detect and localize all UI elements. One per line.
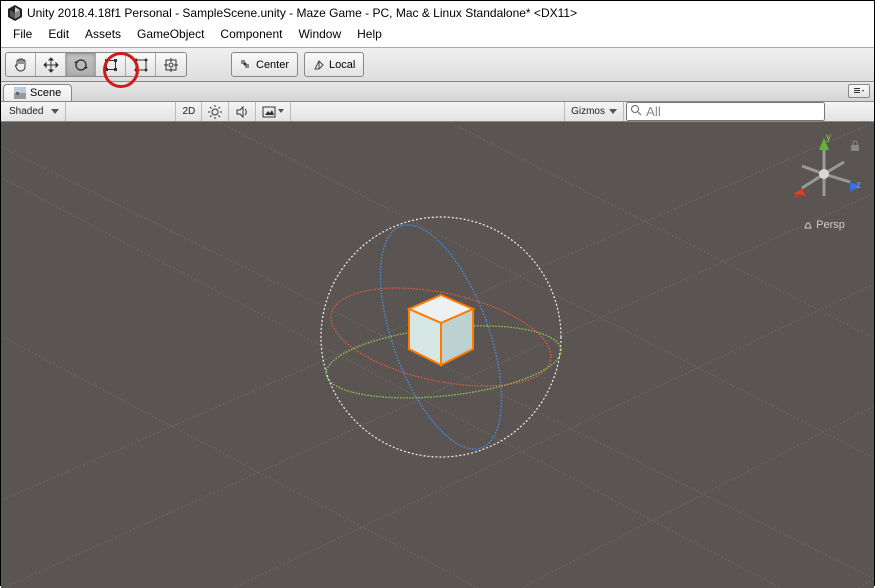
pivot-group: Center xyxy=(231,52,298,77)
orientation-gizmo[interactable]: x y z Persp xyxy=(784,132,864,231)
menu-help[interactable]: Help xyxy=(349,25,390,43)
scale-tool-button[interactable] xyxy=(96,53,126,76)
audio-toggle[interactable] xyxy=(229,102,256,121)
rotate-icon xyxy=(73,57,89,73)
move-tool-button[interactable] xyxy=(36,53,66,76)
hand-icon xyxy=(13,57,29,73)
handle-group: Local xyxy=(304,52,364,77)
local-icon xyxy=(313,59,325,71)
hand-tool-button[interactable] xyxy=(6,53,36,76)
menu-window[interactable]: Window xyxy=(290,25,349,43)
rect-icon xyxy=(133,57,149,73)
gizmos-dropdown[interactable]: Gizmos xyxy=(564,102,624,121)
scene-tab-icon xyxy=(14,87,26,99)
axis-z-label: z xyxy=(856,180,861,191)
window-title: Unity 2018.4.18f1 Personal - SampleScene… xyxy=(27,6,577,20)
axis-y-label: y xyxy=(826,132,831,143)
projection-label[interactable]: Persp xyxy=(784,219,864,231)
dropdown-icon xyxy=(853,87,865,95)
mode-2d-label: 2D xyxy=(182,106,195,117)
gizmos-label: Gizmos xyxy=(571,106,605,117)
center-pivot-icon xyxy=(240,59,252,71)
lock-icon[interactable] xyxy=(850,140,860,152)
menu-edit[interactable]: Edit xyxy=(40,25,77,43)
sun-icon xyxy=(208,105,222,119)
move-icon xyxy=(43,57,59,73)
menu-bar: File Edit Assets GameObject Component Wi… xyxy=(1,25,874,47)
scene-control-bar: Shaded 2D Gizmos xyxy=(1,102,874,122)
selected-cube[interactable] xyxy=(409,295,473,365)
mode-2d-toggle[interactable]: 2D xyxy=(176,102,202,121)
tab-scene[interactable]: Scene xyxy=(3,84,72,101)
title-bar: Unity 2018.4.18f1 Personal - SampleScene… xyxy=(1,1,874,25)
image-icon xyxy=(262,106,276,118)
projection-icon xyxy=(803,220,813,230)
tab-strip: Scene xyxy=(1,82,874,102)
menu-file[interactable]: File xyxy=(5,25,40,43)
rotate-gizmo[interactable] xyxy=(281,177,601,497)
chevron-down-icon xyxy=(51,109,59,115)
multi-tool-icon xyxy=(163,57,179,73)
tab-options-button[interactable] xyxy=(848,84,870,98)
transform-tool-group xyxy=(5,52,187,77)
shading-mode-dropdown[interactable]: Shaded xyxy=(3,102,66,121)
shading-mode-label: Shaded xyxy=(9,106,43,117)
rect-tool-button[interactable] xyxy=(126,53,156,76)
menu-component[interactable]: Component xyxy=(212,25,290,43)
scene-search-input[interactable] xyxy=(626,102,825,121)
effects-dropdown[interactable] xyxy=(256,102,291,121)
rotate-tool-button[interactable] xyxy=(66,53,96,76)
menu-gameobject[interactable]: GameObject xyxy=(129,25,212,43)
axis-x-label: x xyxy=(794,190,799,201)
handle-rotation-label: Local xyxy=(329,59,355,71)
scale-icon xyxy=(103,57,119,73)
chevron-down-icon xyxy=(278,109,284,114)
menu-assets[interactable]: Assets xyxy=(77,25,129,43)
speaker-icon xyxy=(235,105,249,119)
scene-search-wrap xyxy=(626,102,866,121)
scene-viewport[interactable]: x y z Persp xyxy=(1,122,874,588)
handle-rotation-button[interactable]: Local xyxy=(305,53,363,76)
multi-tool-button[interactable] xyxy=(156,53,186,76)
chevron-down-icon xyxy=(609,109,617,115)
pivot-mode-label: Center xyxy=(256,59,289,71)
lighting-toggle[interactable] xyxy=(202,102,229,121)
scene-tab-label: Scene xyxy=(30,87,61,99)
search-icon xyxy=(630,104,642,116)
main-toolbar: Center Local xyxy=(1,47,874,82)
pivot-mode-button[interactable]: Center xyxy=(232,53,297,76)
unity-logo-icon xyxy=(7,5,23,21)
